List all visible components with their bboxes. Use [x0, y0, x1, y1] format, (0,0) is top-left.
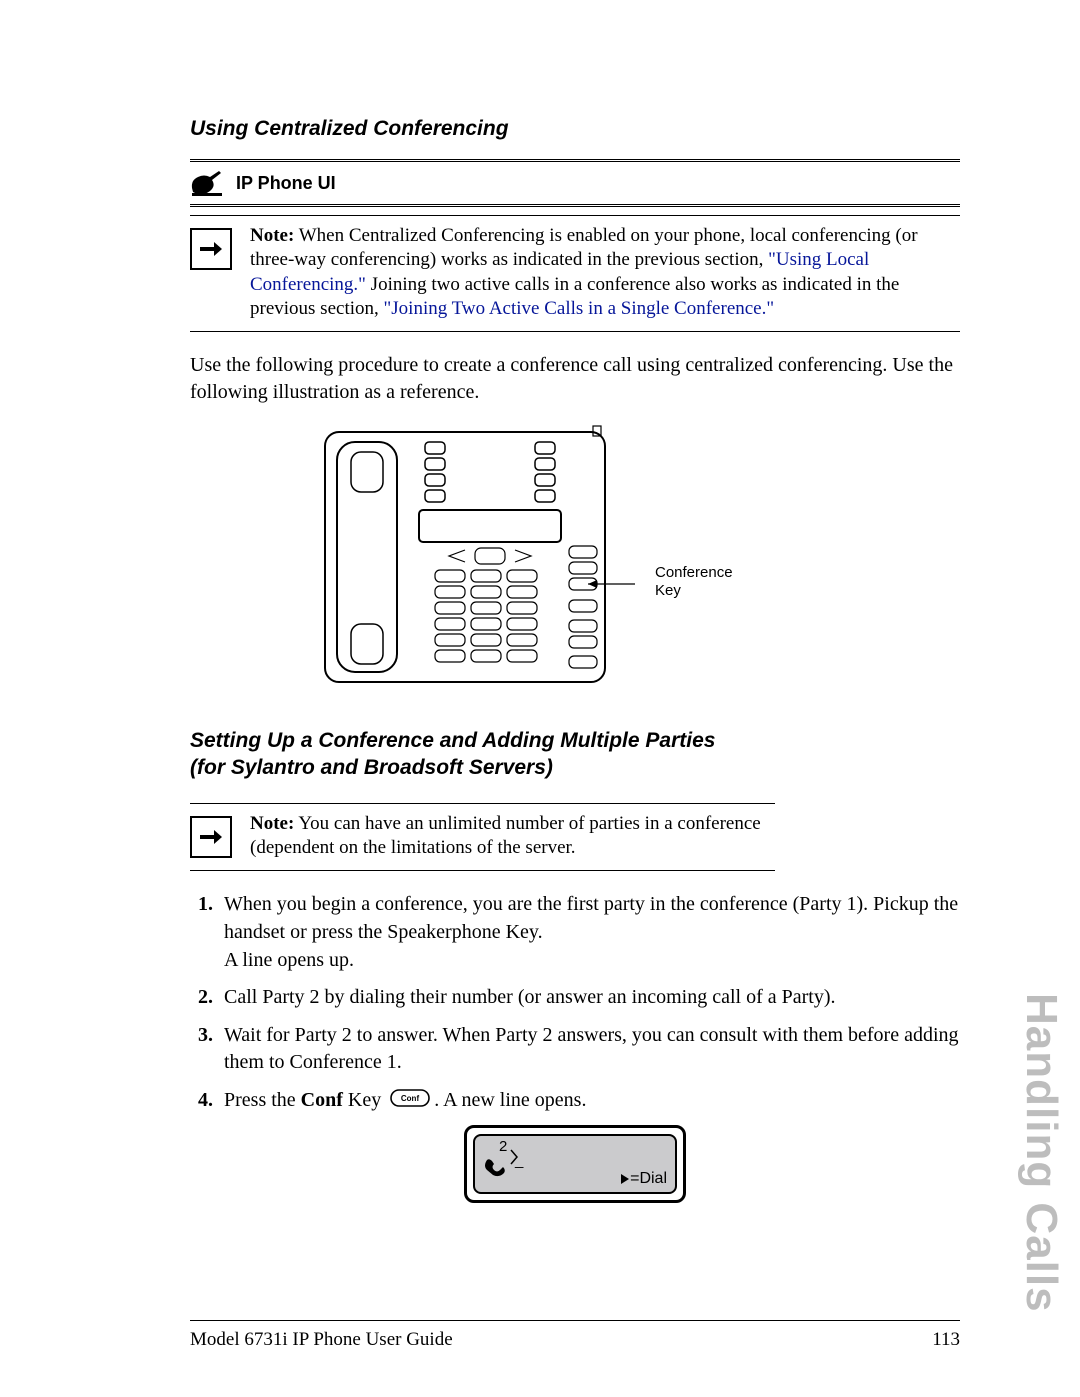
- lcd-cursor: _: [515, 1152, 523, 1169]
- sub-l1: Setting Up a Conference and Adding Multi…: [190, 729, 715, 752]
- ui-heading-label: IP Phone UI: [236, 173, 336, 194]
- phone-svg: [315, 424, 635, 694]
- step-4d: . A new line opens.: [434, 1089, 586, 1111]
- lcd-illustration: 2 _ =Dial: [190, 1125, 960, 1203]
- note1-text: Note: When Centralized Conferencing is e…: [250, 224, 960, 321]
- conf-key-icon: Conf: [390, 1088, 430, 1116]
- subsection-title: Setting Up a Conference and Adding Multi…: [190, 728, 960, 781]
- note-block-1: Note: When Centralized Conferencing is e…: [190, 215, 960, 332]
- footer-guide-title: Model 6731i IP Phone User Guide: [190, 1329, 453, 1351]
- note2-text: Note: You can have an unlimited number o…: [250, 812, 775, 861]
- phone-illustration: Conference Key: [190, 424, 960, 694]
- play-icon: [620, 1173, 630, 1185]
- note-block-2: Note: You can have an unlimited number o…: [190, 803, 775, 872]
- note1-link2[interactable]: "Joining Two Active Calls in a Single Co…: [384, 298, 775, 319]
- step-1: When you begin a conference, you are the…: [218, 891, 960, 974]
- step-4a: Press the: [224, 1089, 301, 1111]
- section-title: Using Centralized Conferencing: [190, 117, 960, 141]
- step-4: Press the Conf Key Conf . A new line open…: [218, 1087, 960, 1115]
- step-3: Wait for Party 2 to answer. When Party 2…: [218, 1022, 960, 1077]
- lcd-line-number: 2: [499, 1138, 507, 1155]
- lcd-dial-text: =Dial: [630, 1170, 667, 1187]
- sub-l2: (for Sylantro and Broadsoft Servers): [190, 756, 553, 779]
- procedure-list: When you begin a conference, you are the…: [190, 891, 960, 1115]
- fig-caption-l2: Key: [655, 582, 681, 599]
- note2-label: Note:: [250, 813, 294, 834]
- page-footer: Model 6731i IP Phone User Guide 113: [190, 1320, 960, 1351]
- fig-caption-l1: Conference: [655, 564, 733, 581]
- step-2-text: Call Party 2 by dialing their number (or…: [224, 986, 836, 1008]
- step-3-text: Wait for Party 2 to answer. When Party 2…: [224, 1024, 959, 1074]
- footer-page-number: 113: [932, 1329, 960, 1351]
- step-2: Call Party 2 by dialing their number (or…: [218, 984, 960, 1012]
- note1-label: Note:: [250, 225, 294, 246]
- intro-paragraph: Use the following procedure to create a …: [190, 352, 960, 406]
- conf-key-label: Conf: [401, 1094, 420, 1103]
- lcd-dial-label: =Dial: [620, 1170, 667, 1188]
- pen-tablet-icon: [190, 168, 224, 198]
- arrow-right-icon: [190, 228, 232, 270]
- ui-heading-band: IP Phone UI: [190, 159, 960, 207]
- figure-caption: Conference Key: [655, 564, 733, 600]
- arrow-right-icon: [190, 816, 232, 858]
- step-4c: Key: [343, 1089, 386, 1111]
- note2-body: You can have an unlimited number of part…: [250, 813, 761, 858]
- step-4-conf: Conf: [301, 1089, 343, 1111]
- step-1-text: When you begin a conference, you are the…: [224, 893, 958, 970]
- chapter-side-title: Handling Calls: [1016, 993, 1066, 1313]
